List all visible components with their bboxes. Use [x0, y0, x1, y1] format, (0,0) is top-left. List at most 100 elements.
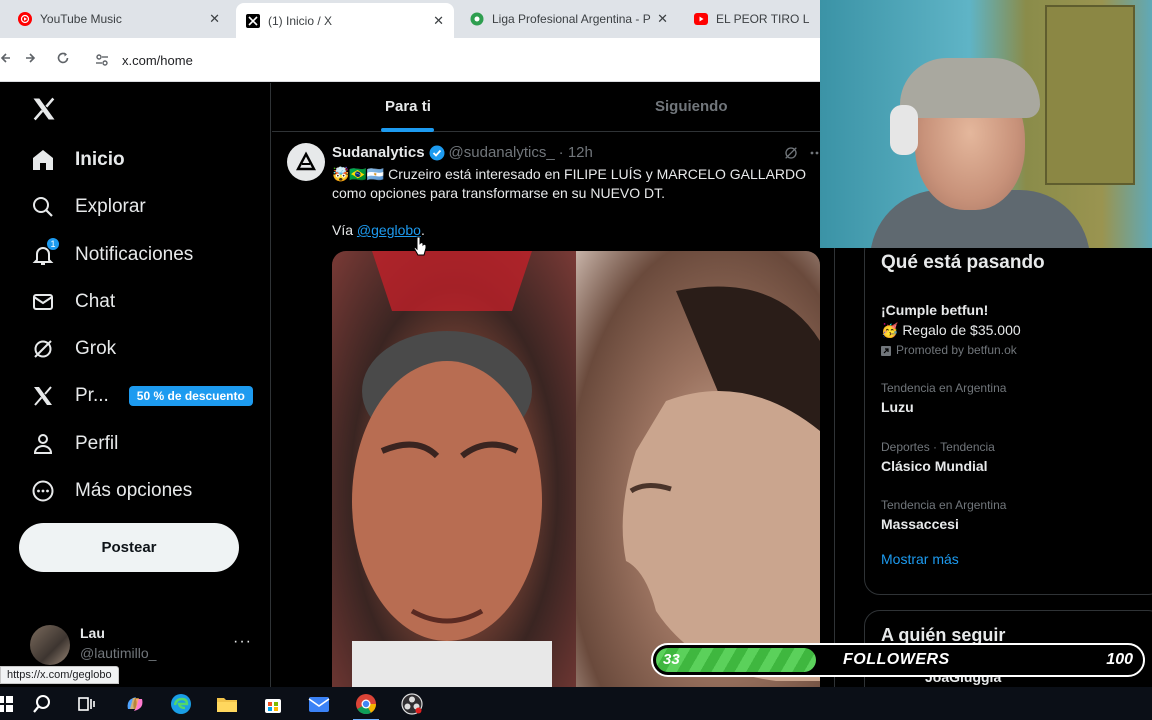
followers-label: FOLLOWERS [843, 651, 950, 668]
followers-progress-fill [656, 648, 816, 672]
close-tab-icon[interactable]: ✕ [433, 13, 444, 29]
post-via: Vía @geglobo. [332, 222, 425, 238]
post-button[interactable]: Postear [19, 523, 239, 572]
trend-item[interactable]: Tendencia en Argentina Luzu [881, 381, 1006, 415]
copilot-icon[interactable] [122, 691, 148, 717]
forward-arrow-icon[interactable] [24, 51, 36, 69]
webcam-person-cap [900, 58, 1040, 118]
post-timestamp[interactable]: · 12h [559, 144, 593, 161]
sidebar-item-inicio[interactable]: Inicio [30, 145, 125, 175]
sidebar-item-chat[interactable]: Chat [30, 287, 115, 317]
screen: YouTube Music ✕ (1) Inicio / X ✕ Liga Pr… [0, 0, 1152, 720]
youtube-icon [694, 12, 708, 26]
sidebar-item-perfil[interactable]: Perfil [30, 429, 118, 459]
trend-item[interactable]: Deportes · Tendencia Clásico Mundial [881, 440, 995, 474]
tab-youtube-music[interactable]: YouTube Music ✕ [8, 0, 230, 38]
account-switcher[interactable]: Lau @lautimillo_ ··· [30, 623, 260, 667]
url-text: x.com/home [122, 52, 193, 68]
sidebar-item-label: Notificaciones [75, 244, 194, 265]
trend-meta: Deportes · Tendencia [881, 440, 995, 454]
grok-icon[interactable] [783, 145, 799, 166]
search-icon[interactable] [29, 691, 55, 717]
followers-goal-bar: 33 FOLLOWERS 100 [651, 643, 1145, 677]
edge-icon[interactable] [168, 691, 194, 717]
sidebar-item-grok[interactable]: Grok [30, 334, 116, 364]
sidebar-item-notificaciones[interactable]: 1 Notificaciones [30, 237, 194, 270]
mail-app-icon[interactable] [306, 691, 332, 717]
site-settings-icon[interactable] [94, 52, 110, 68]
post[interactable]: Sudanalytics @sudanalytics_ · 12h 🤯🇧🇷🇦🇷 … [272, 133, 834, 687]
youtube-music-icon [18, 12, 32, 26]
post-author-name[interactable]: Sudanalytics [332, 144, 425, 161]
sidebar-item-premium[interactable]: Pr... 50 % de descuento [30, 381, 253, 411]
trend-name: ¡Cumple betfun! [881, 302, 989, 318]
chrome-icon[interactable] [353, 691, 379, 720]
post-author-avatar[interactable] [287, 143, 325, 181]
trends-title: Qué está pasando [881, 252, 1045, 273]
close-tab-icon[interactable]: ✕ [209, 11, 220, 27]
sidebar-item-label: Explorar [75, 196, 146, 217]
back-arrow-icon[interactable] [0, 51, 12, 69]
tab-youtube-video[interactable]: EL PEOR TIRO LIBRE D [684, 0, 820, 38]
reload-icon[interactable] [56, 51, 70, 69]
task-view-icon[interactable] [74, 691, 100, 717]
avatar [30, 625, 70, 665]
sidebar-item-label: Inicio [75, 149, 125, 170]
sidebar-item-label: Chat [75, 291, 116, 312]
post-text: 🤯🇧🇷🇦🇷 Cruzeiro está interesado en FILIPE… [332, 166, 807, 201]
media-photo-left [332, 251, 576, 687]
x-premium-icon [30, 383, 56, 409]
more-dots-icon[interactable]: ··· [233, 633, 252, 651]
sidebar-item-label: Más opciones [75, 480, 193, 501]
start-icon[interactable] [0, 691, 18, 717]
browser-toolbar: x.com/home [0, 38, 820, 82]
home-icon [30, 147, 56, 173]
tab-label: (1) Inicio / X [268, 13, 333, 28]
trend-name: Clásico Mundial [881, 458, 988, 474]
headphones-icon [890, 105, 918, 155]
notification-badge: 1 [46, 237, 60, 251]
followers-current: 33 [663, 651, 680, 668]
close-tab-icon[interactable]: ✕ [657, 11, 668, 27]
feed-tabs: Para ti Siguiendo [272, 83, 834, 132]
tab-label: EL PEOR TIRO LIBRE D [716, 12, 810, 26]
obs-icon[interactable] [399, 691, 425, 717]
trend-item[interactable]: ¡Cumple betfun! 🥳 Regalo de $35.000 Prom… [881, 298, 1021, 357]
address-bar[interactable]: x.com/home [88, 44, 808, 76]
tab-x-home[interactable]: (1) Inicio / X ✕ [236, 3, 454, 38]
via-prefix: Vía [332, 222, 357, 238]
webcam-overlay [820, 0, 1152, 248]
mouse-cursor-icon [413, 236, 427, 256]
bell-icon: 1 [30, 237, 60, 268]
sidebar-item-label: Perfil [75, 433, 119, 454]
media-photo-right [576, 251, 820, 687]
post-media-image[interactable] [332, 251, 820, 687]
grok-icon [30, 336, 56, 362]
account-handle: @lautimillo_ [80, 645, 157, 661]
x-logo-icon[interactable] [30, 95, 58, 123]
tab-liga-profesional[interactable]: Liga Profesional Argentina - PO ✕ [460, 0, 678, 38]
link-status-bar: https://x.com/geglobo [0, 666, 119, 684]
tab-label: YouTube Music [40, 12, 122, 26]
trend-name: Luzu [881, 399, 914, 415]
trend-item[interactable]: Tendencia en Argentina Massaccesi [881, 498, 1006, 532]
tab-para-ti[interactable]: Para ti [385, 98, 431, 115]
ad-icon [881, 345, 891, 356]
tab-label: Liga Profesional Argentina - PO [492, 12, 652, 26]
more-circle-icon [30, 478, 56, 504]
verified-badge-icon [429, 145, 445, 161]
x-logo-icon [246, 13, 260, 28]
show-more-link[interactable]: Mostrar más [881, 551, 959, 567]
mention-link[interactable]: @geglobo [357, 222, 421, 238]
post-author-handle[interactable]: @sudanalytics_ [449, 144, 555, 161]
windows-taskbar [0, 687, 1152, 720]
browser-tab-bar: YouTube Music ✕ (1) Inicio / X ✕ Liga Pr… [0, 0, 820, 38]
sidebar-item-mas-opciones[interactable]: Más opciones [30, 476, 192, 506]
tab-siguiendo[interactable]: Siguiendo [655, 98, 728, 115]
folder-icon[interactable] [214, 691, 240, 717]
trend-subtitle: 🥳 Regalo de $35.000 [881, 322, 1021, 338]
trend-meta: Tendencia en Argentina [881, 381, 1007, 395]
sidebar-item-explorar[interactable]: Explorar [30, 192, 146, 222]
store-icon[interactable] [260, 691, 286, 717]
trend-name: Massaccesi [881, 516, 959, 532]
